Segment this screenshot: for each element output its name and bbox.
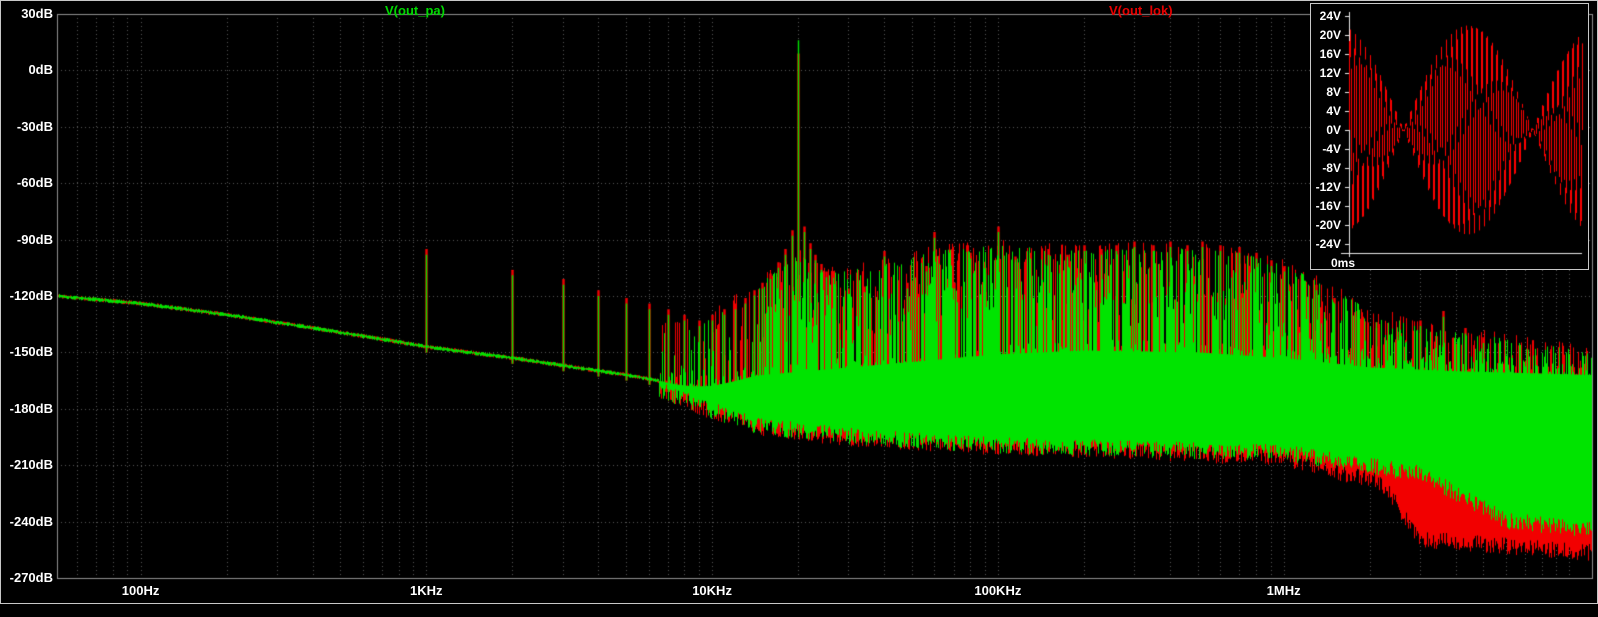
x-axis-tick-label: 10KHz	[692, 583, 732, 598]
y-axis-tick-label: -180dB	[9, 400, 53, 416]
inset-x-axis-label: 0ms	[1331, 256, 1356, 270]
y-axis-tick-label: -90dB	[16, 231, 53, 247]
y-axis-tick-label: -30dB	[16, 118, 53, 134]
plot-window: V(out_pa) V(out_lok) 30dB 0dB -30dB -60dB -9…	[0, 0, 1598, 617]
x-axis-tick-label: 100Hz	[121, 583, 160, 598]
inset-y-axis-tick-label: 24V	[1319, 9, 1341, 23]
y-axis-tick-label: -120dB	[9, 288, 53, 303]
inset-y-axis-tick-label: -8V	[1322, 161, 1341, 175]
y-axis-tick-label: -210dB	[9, 457, 53, 473]
trace-label-v-out-lok[interactable]: V(out_lok)	[1109, 3, 1173, 18]
inset-y-axis-tick-label: -4V	[1322, 142, 1341, 156]
inset-y-axis-tick-label: -16V	[1315, 199, 1341, 213]
y-axis-tick-label: -60dB	[16, 175, 53, 191]
inset-y-axis-tick-label: -12V	[1315, 180, 1341, 194]
x-axis-tick-label: 1MHz	[1266, 583, 1301, 598]
trace-label-v-out-pa[interactable]: V(out_pa)	[385, 3, 445, 18]
transient-inset-pane: 24V 20V 16V 12V 8V 4V 0V -4V -8V -12V -16V -20V -24V…	[1310, 3, 1589, 270]
inset-y-axis-tick-label: 12V	[1319, 66, 1341, 80]
y-axis-tick-label: 0dB	[28, 62, 53, 78]
inset-y-axis-tick-label: 16V	[1319, 47, 1341, 61]
y-axis-tick-label: -150dB	[9, 344, 53, 360]
y-axis-tick-label: -270dB	[9, 570, 53, 585]
y-axis-tick-label: -240dB	[9, 513, 53, 529]
transient-plot-canvas[interactable]	[1311, 4, 1588, 269]
inset-y-axis-tick-label: 0V	[1326, 123, 1341, 137]
fft-plot-pane: V(out_pa) V(out_lok) 30dB 0dB -30dB -60dB -9…	[0, 0, 1598, 604]
x-axis-tick-label: 1KHz	[410, 583, 443, 598]
x-axis-tick-label: 100KHz	[974, 583, 1022, 598]
inset-y-axis-tick-label: -24V	[1315, 237, 1341, 251]
y-axis-tick-label: 30dB	[21, 6, 53, 21]
inset-y-axis-tick-label: -20V	[1315, 218, 1341, 232]
inset-y-axis-tick-label: 4V	[1326, 104, 1341, 118]
inset-y-axis-tick-label: 8V	[1326, 85, 1341, 99]
inset-y-axis-tick-label: 20V	[1319, 28, 1341, 42]
